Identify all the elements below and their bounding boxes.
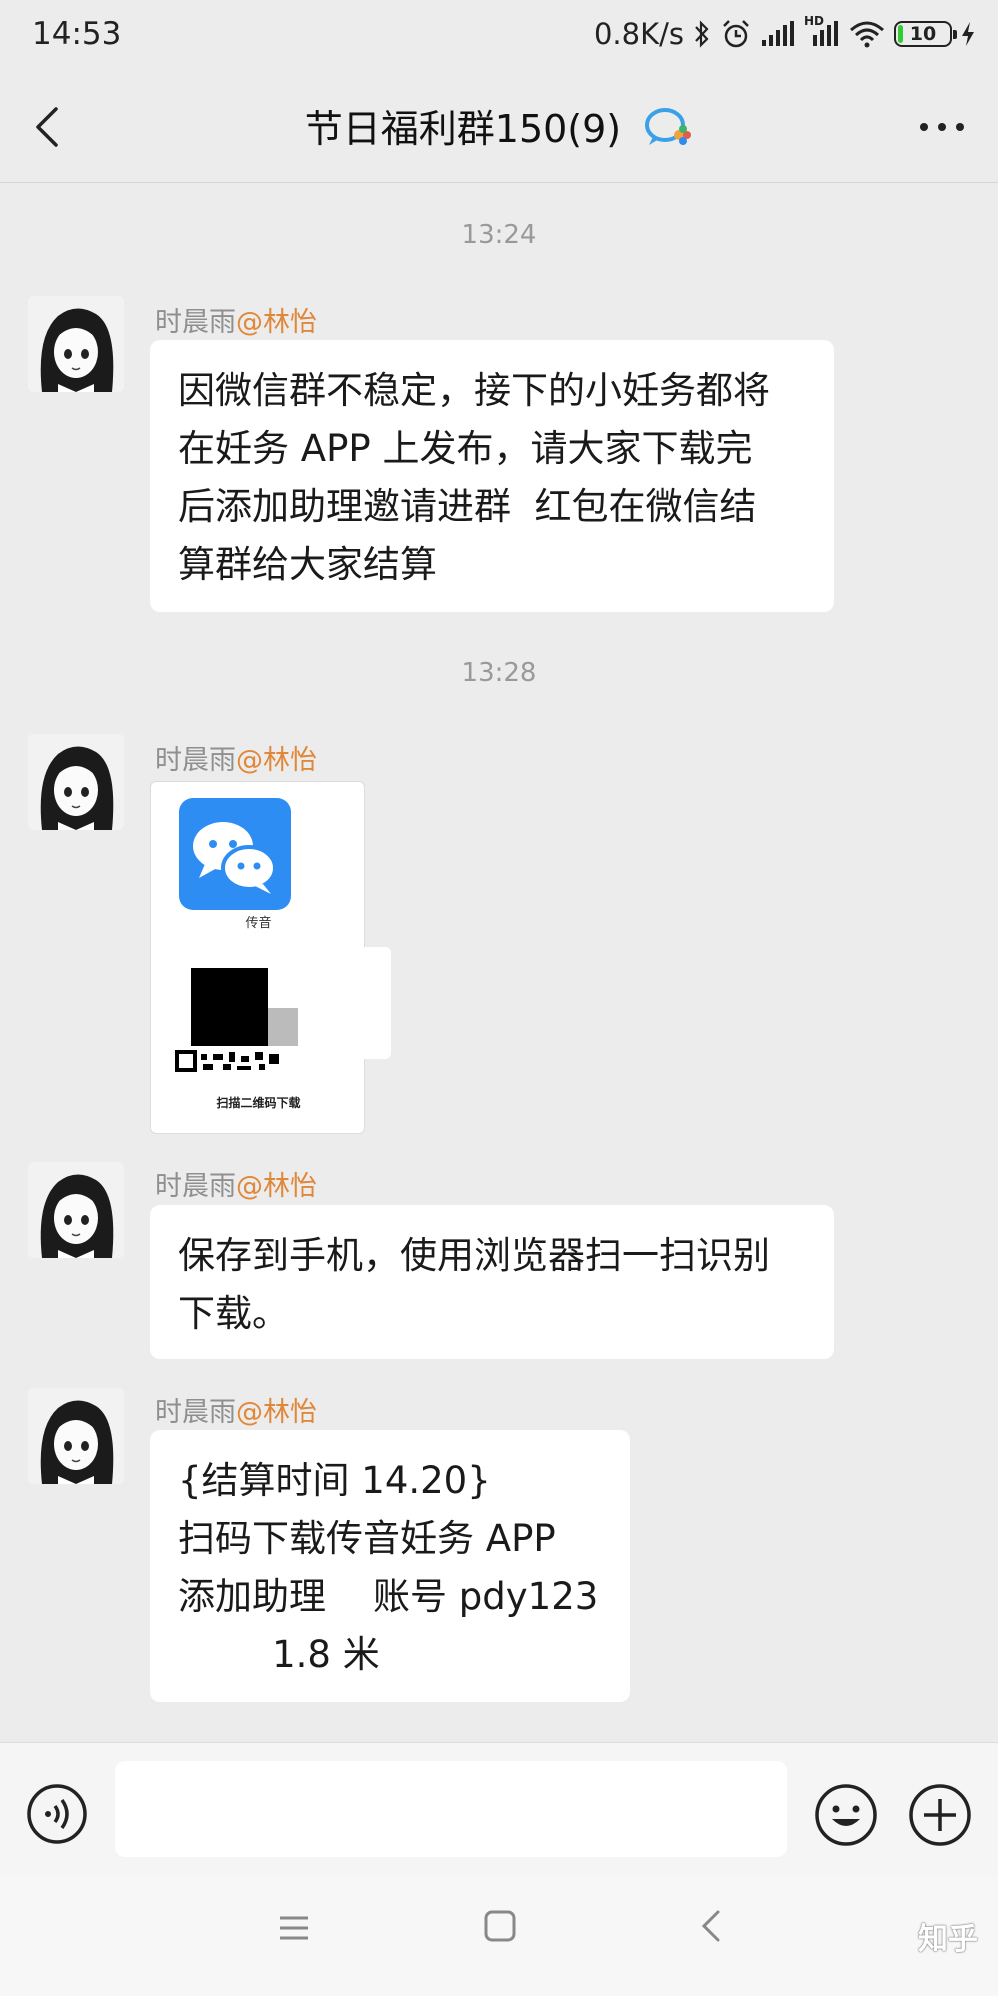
- input-bar: [0, 1742, 998, 1877]
- alarm-icon: [720, 18, 752, 50]
- message-line: 保存到手机，使用浏览器扫一扫识别: [178, 1234, 770, 1277]
- message-line: {结算时间 14.20}: [178, 1459, 491, 1502]
- wifi-icon: [848, 19, 886, 49]
- voice-input-button[interactable]: [26, 1783, 88, 1845]
- mention-tag: @林怡: [236, 745, 317, 776]
- message-bubble[interactable]: 保存到手机，使用浏览器扫一扫识别 下载。: [150, 1205, 834, 1359]
- message-line: 因微信群不稳定，接下的小妊务都将: [178, 369, 770, 412]
- time-separator: 13:24: [461, 220, 537, 250]
- mention-tag: @林怡: [236, 1397, 317, 1428]
- message-bubble[interactable]: 因微信群不稳定，接下的小妊务都将 在妊务 APP 上发布，请大家下载完 后添加助…: [150, 340, 834, 612]
- system-nav-bar: 知乎: [0, 1876, 998, 1996]
- message-line: 算群给大家结算: [178, 543, 437, 586]
- recent-apps-button[interactable]: [272, 1906, 316, 1950]
- message-line: 添加助理 账号 pdy123: [178, 1575, 599, 1618]
- avatar[interactable]: [28, 1388, 124, 1484]
- sender-name: 时晨雨@林怡: [155, 1171, 317, 1202]
- chat-title: 节日福利群150(9): [304, 107, 622, 151]
- mention-tag: @林怡: [236, 307, 317, 338]
- message-line: 1.8 米: [178, 1633, 380, 1676]
- avatar[interactable]: [28, 296, 124, 392]
- sender-name: 时晨雨@林怡: [155, 307, 317, 338]
- sender-name: 时晨雨@林怡: [155, 1397, 317, 1428]
- status-time: 14:53: [32, 16, 122, 52]
- status-bar: 14:53 0.8K/s HD 10: [0, 0, 998, 72]
- network-speed: 0.8K/s: [593, 17, 684, 51]
- message-input[interactable]: [115, 1761, 787, 1857]
- emoji-button[interactable]: [814, 1783, 878, 1847]
- more-actions-button[interactable]: [908, 1783, 972, 1847]
- plus-icon: [909, 1784, 971, 1846]
- more-options-button[interactable]: [910, 100, 974, 154]
- bluetooth-icon: [692, 19, 712, 49]
- image-message[interactable]: 传音 扫描二维码下载: [150, 781, 391, 1134]
- message-line: 扫码下载传音妊务 APP: [178, 1517, 556, 1560]
- message-bubble[interactable]: {结算时间 14.20} 扫码下载传音妊务 APP 添加助理 账号 pdy123…: [150, 1430, 630, 1702]
- avatar[interactable]: [28, 734, 124, 830]
- avatar[interactable]: [28, 1162, 124, 1258]
- battery-level: 10: [909, 23, 937, 45]
- charging-icon: [960, 20, 976, 48]
- qr-caption: 扫描二维码下载: [216, 1096, 301, 1110]
- signal-icon: [760, 20, 796, 48]
- chat-title-area: 节日福利群150(9): [0, 98, 998, 158]
- menu-icon: [280, 1916, 308, 1940]
- wecom-icon: [643, 105, 693, 158]
- home-button[interactable]: [478, 1904, 522, 1948]
- app-name-label: 传音: [245, 916, 272, 931]
- back-triangle-icon: [701, 1910, 720, 1942]
- time-separator: 13:28: [461, 658, 537, 688]
- battery-icon: 10: [894, 21, 957, 47]
- voice-icon: [27, 1784, 87, 1844]
- home-square-icon: [484, 1910, 516, 1942]
- message-line: 后添加助理邀请进群 红包在微信结: [178, 485, 757, 528]
- signal-hd-icon: HD: [804, 14, 840, 48]
- chat-header: 节日福利群150(9): [0, 72, 998, 183]
- emoji-icon: [815, 1784, 877, 1846]
- qr-code-image: [173, 968, 306, 1088]
- hd-label: HD: [804, 14, 825, 28]
- message-line: 在妊务 APP 上发布，请大家下载完: [178, 427, 753, 470]
- mention-tag: @林怡: [236, 1171, 317, 1202]
- system-back-button[interactable]: [690, 1904, 734, 1948]
- watermark: 知乎: [918, 1922, 978, 1957]
- chat-app-icon: [179, 798, 291, 910]
- more-dots-icon: [920, 123, 964, 131]
- status-icons: 0.8K/s HD 10: [594, 14, 976, 54]
- sender-name: 时晨雨@林怡: [155, 745, 317, 776]
- message-line: 下载。: [178, 1292, 289, 1335]
